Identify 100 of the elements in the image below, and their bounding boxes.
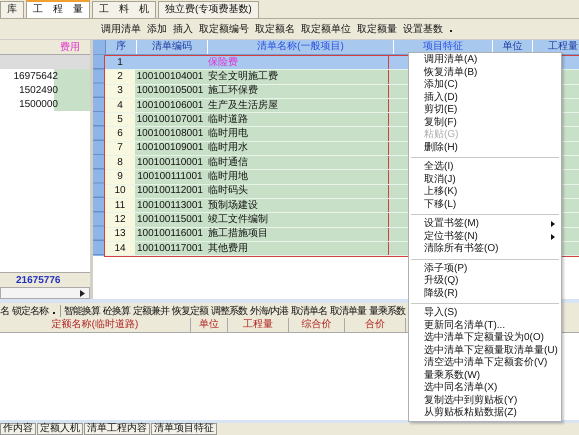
table-cell: 2	[117, 70, 123, 83]
menu-item[interactable]: 调用清单(A)	[409, 54, 561, 66]
table-cell: 预制场建设	[208, 200, 258, 212]
table-cell: 施工措施项目	[208, 228, 268, 240]
table-cell: 1502490	[19, 84, 58, 96]
column-header: 综合价	[289, 318, 345, 332]
toolbar-button[interactable]: 名	[0, 304, 9, 318]
table-cell: 100100106001	[136, 100, 204, 112]
toolbar-button[interactable]: 恢复定额	[172, 304, 208, 318]
toolbar-button[interactable]: 定额兼并	[133, 304, 169, 318]
table-cell: 施工环保费	[208, 85, 258, 98]
menu-item[interactable]: 清空选中清单下定额套价(V)	[409, 357, 561, 370]
table-cell: 3	[117, 85, 123, 98]
menu-item[interactable]: 导入(S)	[409, 307, 561, 320]
menu-item[interactable]: 删除(H)	[409, 142, 561, 154]
toolbar-button[interactable]: 智能换算	[64, 304, 100, 318]
table-cell: 8	[117, 156, 123, 169]
tab[interactable]: 清单项目特征	[151, 423, 217, 435]
toolbar-button[interactable]: 设置基数	[402, 21, 444, 37]
table-cell: 10	[114, 185, 126, 198]
tab[interactable]: 清单工程内容	[84, 423, 150, 435]
menu-item[interactable]: 复制(F)	[409, 116, 561, 129]
table-cell: 100100107001	[136, 114, 204, 126]
column-header: 费用	[60, 40, 80, 54]
menu-item[interactable]: 降级(R)	[409, 288, 561, 300]
column-header: 单位	[191, 318, 228, 332]
menu-item[interactable]: 升级(Q)	[409, 275, 561, 288]
table-cell: 100100104001	[136, 70, 204, 83]
toolbar-button[interactable]: 调整系数	[211, 304, 247, 318]
table-cell: 12	[114, 214, 126, 226]
column-header: 序	[106, 40, 137, 54]
menu-item[interactable]: 清除所有书签(O)	[409, 243, 561, 256]
table-cell: 11	[114, 200, 126, 212]
header-corner	[93, 40, 106, 54]
table-cell: 4	[117, 100, 123, 112]
tab[interactable]: 库	[0, 1, 24, 18]
toolbar-button[interactable]: 取清单量	[330, 304, 366, 318]
column-header: 定额名称(临时道路)	[0, 318, 191, 332]
toolbar-button[interactable]: 插入	[172, 21, 194, 37]
toolbar-button[interactable]: 砼换算	[103, 304, 130, 318]
table-cell: 1500000	[19, 98, 58, 110]
menu-item[interactable]: 选中清单下定额量取清单量(U)	[409, 344, 561, 357]
toolbar-button[interactable]: 取定额量	[356, 21, 398, 37]
tab[interactable]: 工 料 机	[92, 1, 156, 18]
toolbar-button[interactable]: 调用清单	[100, 21, 142, 37]
table-cell: 100100110001	[137, 156, 203, 169]
table-cell: 13	[114, 228, 126, 240]
toolbar-button[interactable]: 取定额单位	[300, 21, 352, 37]
column-header: 清单编码	[137, 40, 208, 54]
toolbar-button[interactable]: 锁定名称	[12, 304, 48, 318]
tab[interactable]: 作内容	[0, 423, 36, 435]
menu-item[interactable]: 设置书签(M)	[409, 218, 561, 230]
menu-item[interactable]: 更新同名清单(T)...	[409, 320, 561, 332]
menu-item[interactable]: 复制选中到剪贴板(Y)	[409, 394, 561, 407]
table-cell: 5	[117, 114, 123, 126]
tab[interactable]: 独立费(专项费基数)	[158, 1, 259, 18]
table-cell: 1	[117, 56, 123, 69]
menu-item[interactable]: 下移(L)	[409, 198, 561, 211]
table-cell: 100100113001	[137, 200, 203, 212]
menu-item[interactable]: 取消(J)	[409, 174, 561, 186]
table-cell: 100100108001	[136, 128, 204, 140]
total-value: 21675776	[16, 274, 60, 286]
table-cell: 临时用地	[208, 171, 248, 184]
table-cell: 临时用水	[208, 142, 248, 154]
menu-item[interactable]: 选中清单下定额量设为0(O)	[409, 332, 561, 344]
table-cell: 临时码头	[208, 185, 248, 198]
menu-item[interactable]: 上移(K)	[409, 186, 561, 198]
table-cell: 9	[117, 171, 123, 184]
scrollbar[interactable]	[0, 287, 90, 299]
toolbar-button[interactable]: 取定额编号	[198, 21, 250, 37]
menu-item[interactable]: 定位书签(N)	[409, 230, 561, 243]
column-header: 合价	[345, 318, 406, 332]
table-cell: 100100111001	[137, 171, 203, 184]
table-cell: 7	[117, 142, 123, 154]
menu-item[interactable]: 从剪贴板粘贴数据(Z)	[409, 407, 561, 420]
toolbar-button[interactable]: 添加	[146, 21, 168, 37]
toolbar-button[interactable]: 量乘系数	[368, 304, 405, 318]
table-cell: 14	[114, 242, 126, 254]
table-cell: 100100109001	[136, 142, 204, 154]
table-cell: 安全文明施工费	[208, 70, 278, 83]
menu-item[interactable]: 量乘系数(W)	[409, 370, 561, 382]
tab[interactable]: 定额人机	[37, 423, 83, 435]
table-cell: 100100112001	[137, 185, 203, 198]
menu-item[interactable]: 添子项(P)	[409, 262, 561, 275]
table-cell: 100100116001	[137, 228, 203, 240]
toolbar-button[interactable]: 取清单名	[290, 304, 327, 318]
table-cell: 其他费用	[208, 242, 248, 254]
menu-item[interactable]: 选中同名清单(X)	[409, 382, 561, 394]
table-cell: 100100115001	[137, 214, 203, 226]
column-header: 工程量	[228, 318, 289, 332]
table-cell: 临时通信	[208, 156, 248, 169]
column-header: 清单名称(一般项目)	[208, 40, 394, 54]
table-cell: 竣工文件编制	[208, 214, 268, 226]
arrow-right-icon	[80, 290, 85, 296]
table-cell: 生产及生活房屋	[208, 100, 278, 112]
toolbar-button[interactable]: 取定额名	[254, 21, 296, 37]
tab[interactable]: 工 程 量	[26, 0, 90, 18]
table-cell: 临时用电	[208, 128, 248, 140]
toolbar-button[interactable]: 外海/内港	[250, 304, 288, 318]
table-cell: 6	[117, 128, 123, 140]
